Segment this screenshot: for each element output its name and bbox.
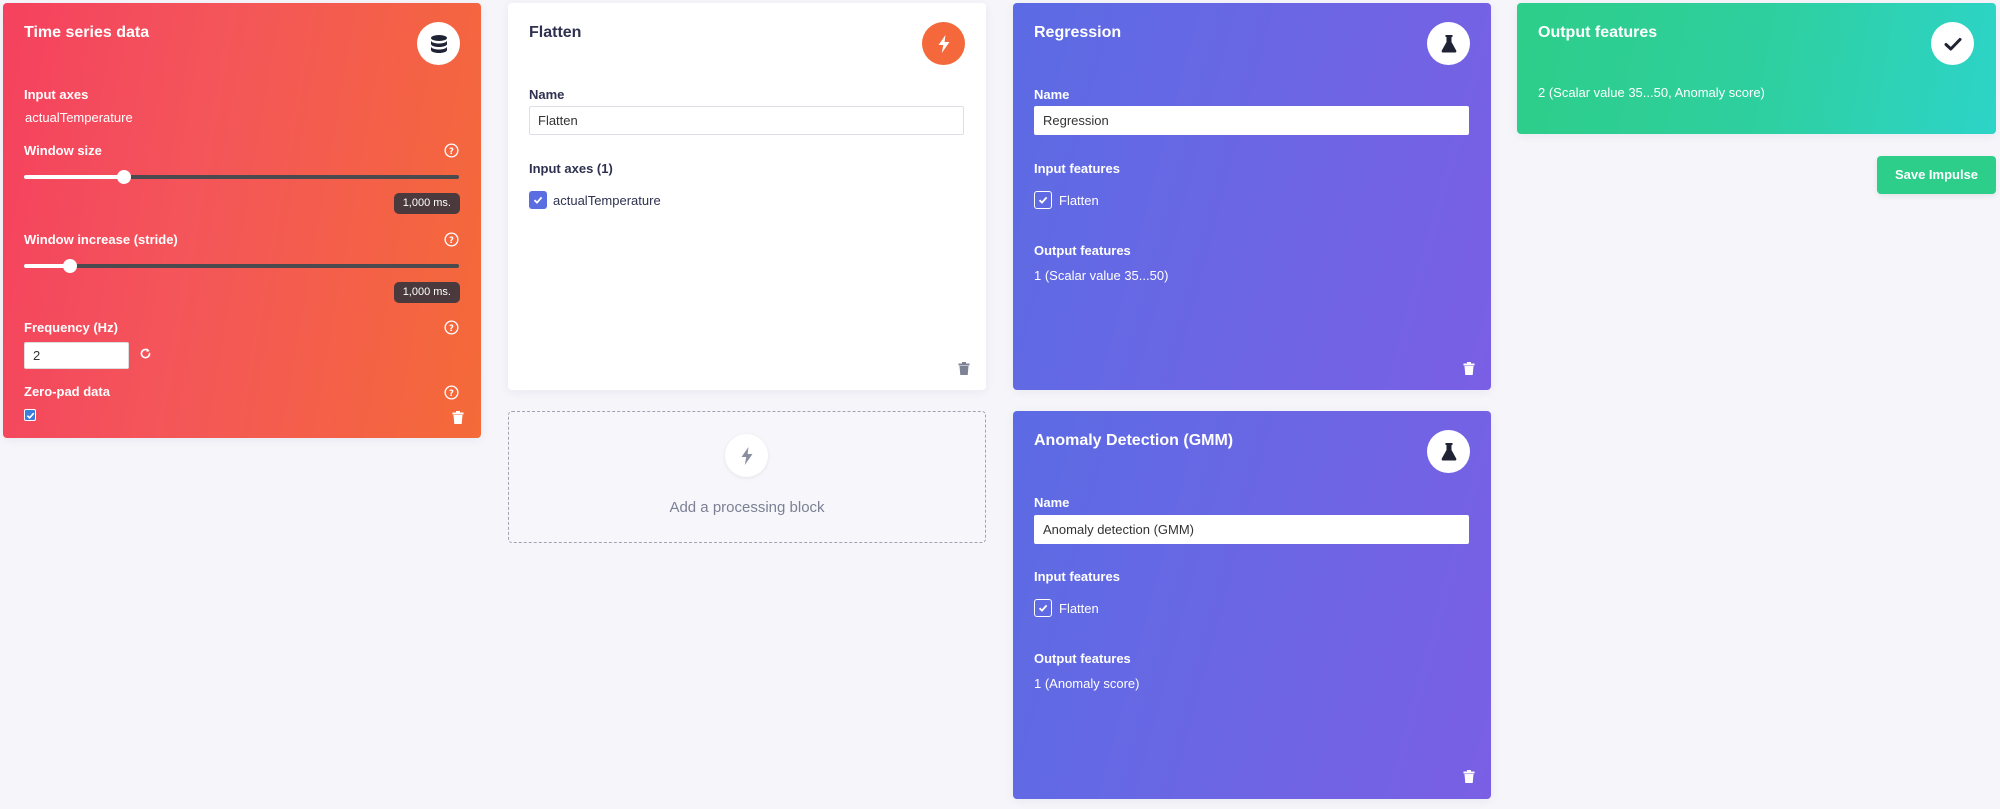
regression-title: Regression <box>1034 24 1122 41</box>
flask-icon <box>1427 22 1470 65</box>
help-icon[interactable]: ? <box>444 143 459 158</box>
window-size-slider-handle[interactable] <box>117 170 132 184</box>
time-series-card: Time series data Input axes actualTemper… <box>3 3 481 438</box>
regression-input-feature-label: Flatten <box>1059 193 1099 208</box>
zero-pad-label: Zero-pad data <box>24 384 110 399</box>
window-increase-label: Window increase (stride) <box>24 232 178 247</box>
frequency-input[interactable]: 2 <box>24 342 129 369</box>
regression-name-label: Name <box>1034 87 1070 102</box>
check-icon <box>533 196 543 204</box>
input-axes-label: Input axes <box>24 87 89 102</box>
anomaly-output-features-label: Output features <box>1034 651 1131 666</box>
check-icon <box>1038 604 1048 612</box>
window-increase-slider[interactable] <box>24 259 459 273</box>
window-increase-slider-handle[interactable] <box>62 259 77 273</box>
anomaly-input-feature-label: Flatten <box>1059 601 1099 616</box>
bolt-icon <box>922 22 965 65</box>
flatten-axis-checkbox[interactable] <box>529 191 547 209</box>
input-axes-value: actualTemperature <box>25 110 133 125</box>
flatten-name-label: Name <box>529 87 565 102</box>
flatten-title: Flatten <box>529 24 582 41</box>
svg-text:?: ? <box>449 146 454 156</box>
database-icon <box>417 22 460 65</box>
trash-icon[interactable] <box>1463 770 1475 783</box>
flatten-card: Flatten Name Flatten Input axes (1) actu… <box>508 3 986 390</box>
regression-card: Regression Name Regression Input feature… <box>1013 3 1491 390</box>
window-size-label: Window size <box>24 143 102 158</box>
flatten-input-axes-label: Input axes (1) <box>529 161 613 176</box>
anomaly-output-features-value: 1 (Anomaly score) <box>1034 676 1140 691</box>
trash-icon[interactable] <box>1463 362 1475 375</box>
regression-name-input[interactable]: Regression <box>1034 106 1469 135</box>
output-features-title: Output features <box>1538 24 1658 41</box>
bolt-icon <box>725 434 768 477</box>
window-size-value-badge: 1,000 ms. <box>393 193 460 214</box>
flatten-axis-label: actualTemperature <box>553 193 661 208</box>
output-features-card: Output features 2 (Scalar value 35...50,… <box>1517 3 1996 134</box>
anomaly-input-features-label: Input features <box>1034 569 1120 584</box>
window-size-slider-fill <box>24 175 125 179</box>
help-icon[interactable]: ? <box>444 232 459 247</box>
output-features-value: 2 (Scalar value 35...50, Anomaly score) <box>1538 85 1765 100</box>
refresh-icon[interactable] <box>139 347 152 360</box>
svg-text:?: ? <box>449 388 454 398</box>
svg-text:?: ? <box>449 235 454 245</box>
flatten-name-input[interactable]: Flatten <box>529 106 964 135</box>
help-icon[interactable]: ? <box>444 385 459 400</box>
anomaly-name-label: Name <box>1034 495 1070 510</box>
anomaly-detection-card: Anomaly Detection (GMM) Name Anomaly det… <box>1013 411 1491 799</box>
save-impulse-button[interactable]: Save Impulse <box>1877 156 1996 194</box>
regression-input-feature-checkbox[interactable] <box>1034 191 1052 209</box>
regression-output-features-value: 1 (Scalar value 35...50) <box>1034 268 1169 283</box>
trash-icon[interactable] <box>452 411 464 424</box>
window-increase-value-badge: 1,000 ms. <box>393 282 460 303</box>
anomaly-name-input[interactable]: Anomaly detection (GMM) <box>1034 515 1469 544</box>
window-size-slider[interactable] <box>24 170 459 184</box>
add-processing-block-label: Add a processing block <box>669 499 825 516</box>
check-icon <box>1038 196 1048 204</box>
regression-output-features-label: Output features <box>1034 243 1131 258</box>
anomaly-input-feature-checkbox[interactable] <box>1034 599 1052 617</box>
add-processing-block[interactable]: Add a processing block <box>508 411 986 543</box>
check-icon <box>26 412 34 419</box>
anomaly-title: Anomaly Detection (GMM) <box>1034 432 1234 449</box>
frequency-label: Frequency (Hz) <box>24 320 118 335</box>
regression-input-features-label: Input features <box>1034 161 1120 176</box>
trash-icon[interactable] <box>958 362 970 375</box>
help-icon[interactable]: ? <box>444 320 459 335</box>
time-series-title: Time series data <box>24 24 150 41</box>
check-icon <box>1931 22 1974 65</box>
svg-text:?: ? <box>449 323 454 333</box>
flask-icon <box>1427 430 1470 473</box>
zero-pad-checkbox[interactable] <box>24 409 36 421</box>
